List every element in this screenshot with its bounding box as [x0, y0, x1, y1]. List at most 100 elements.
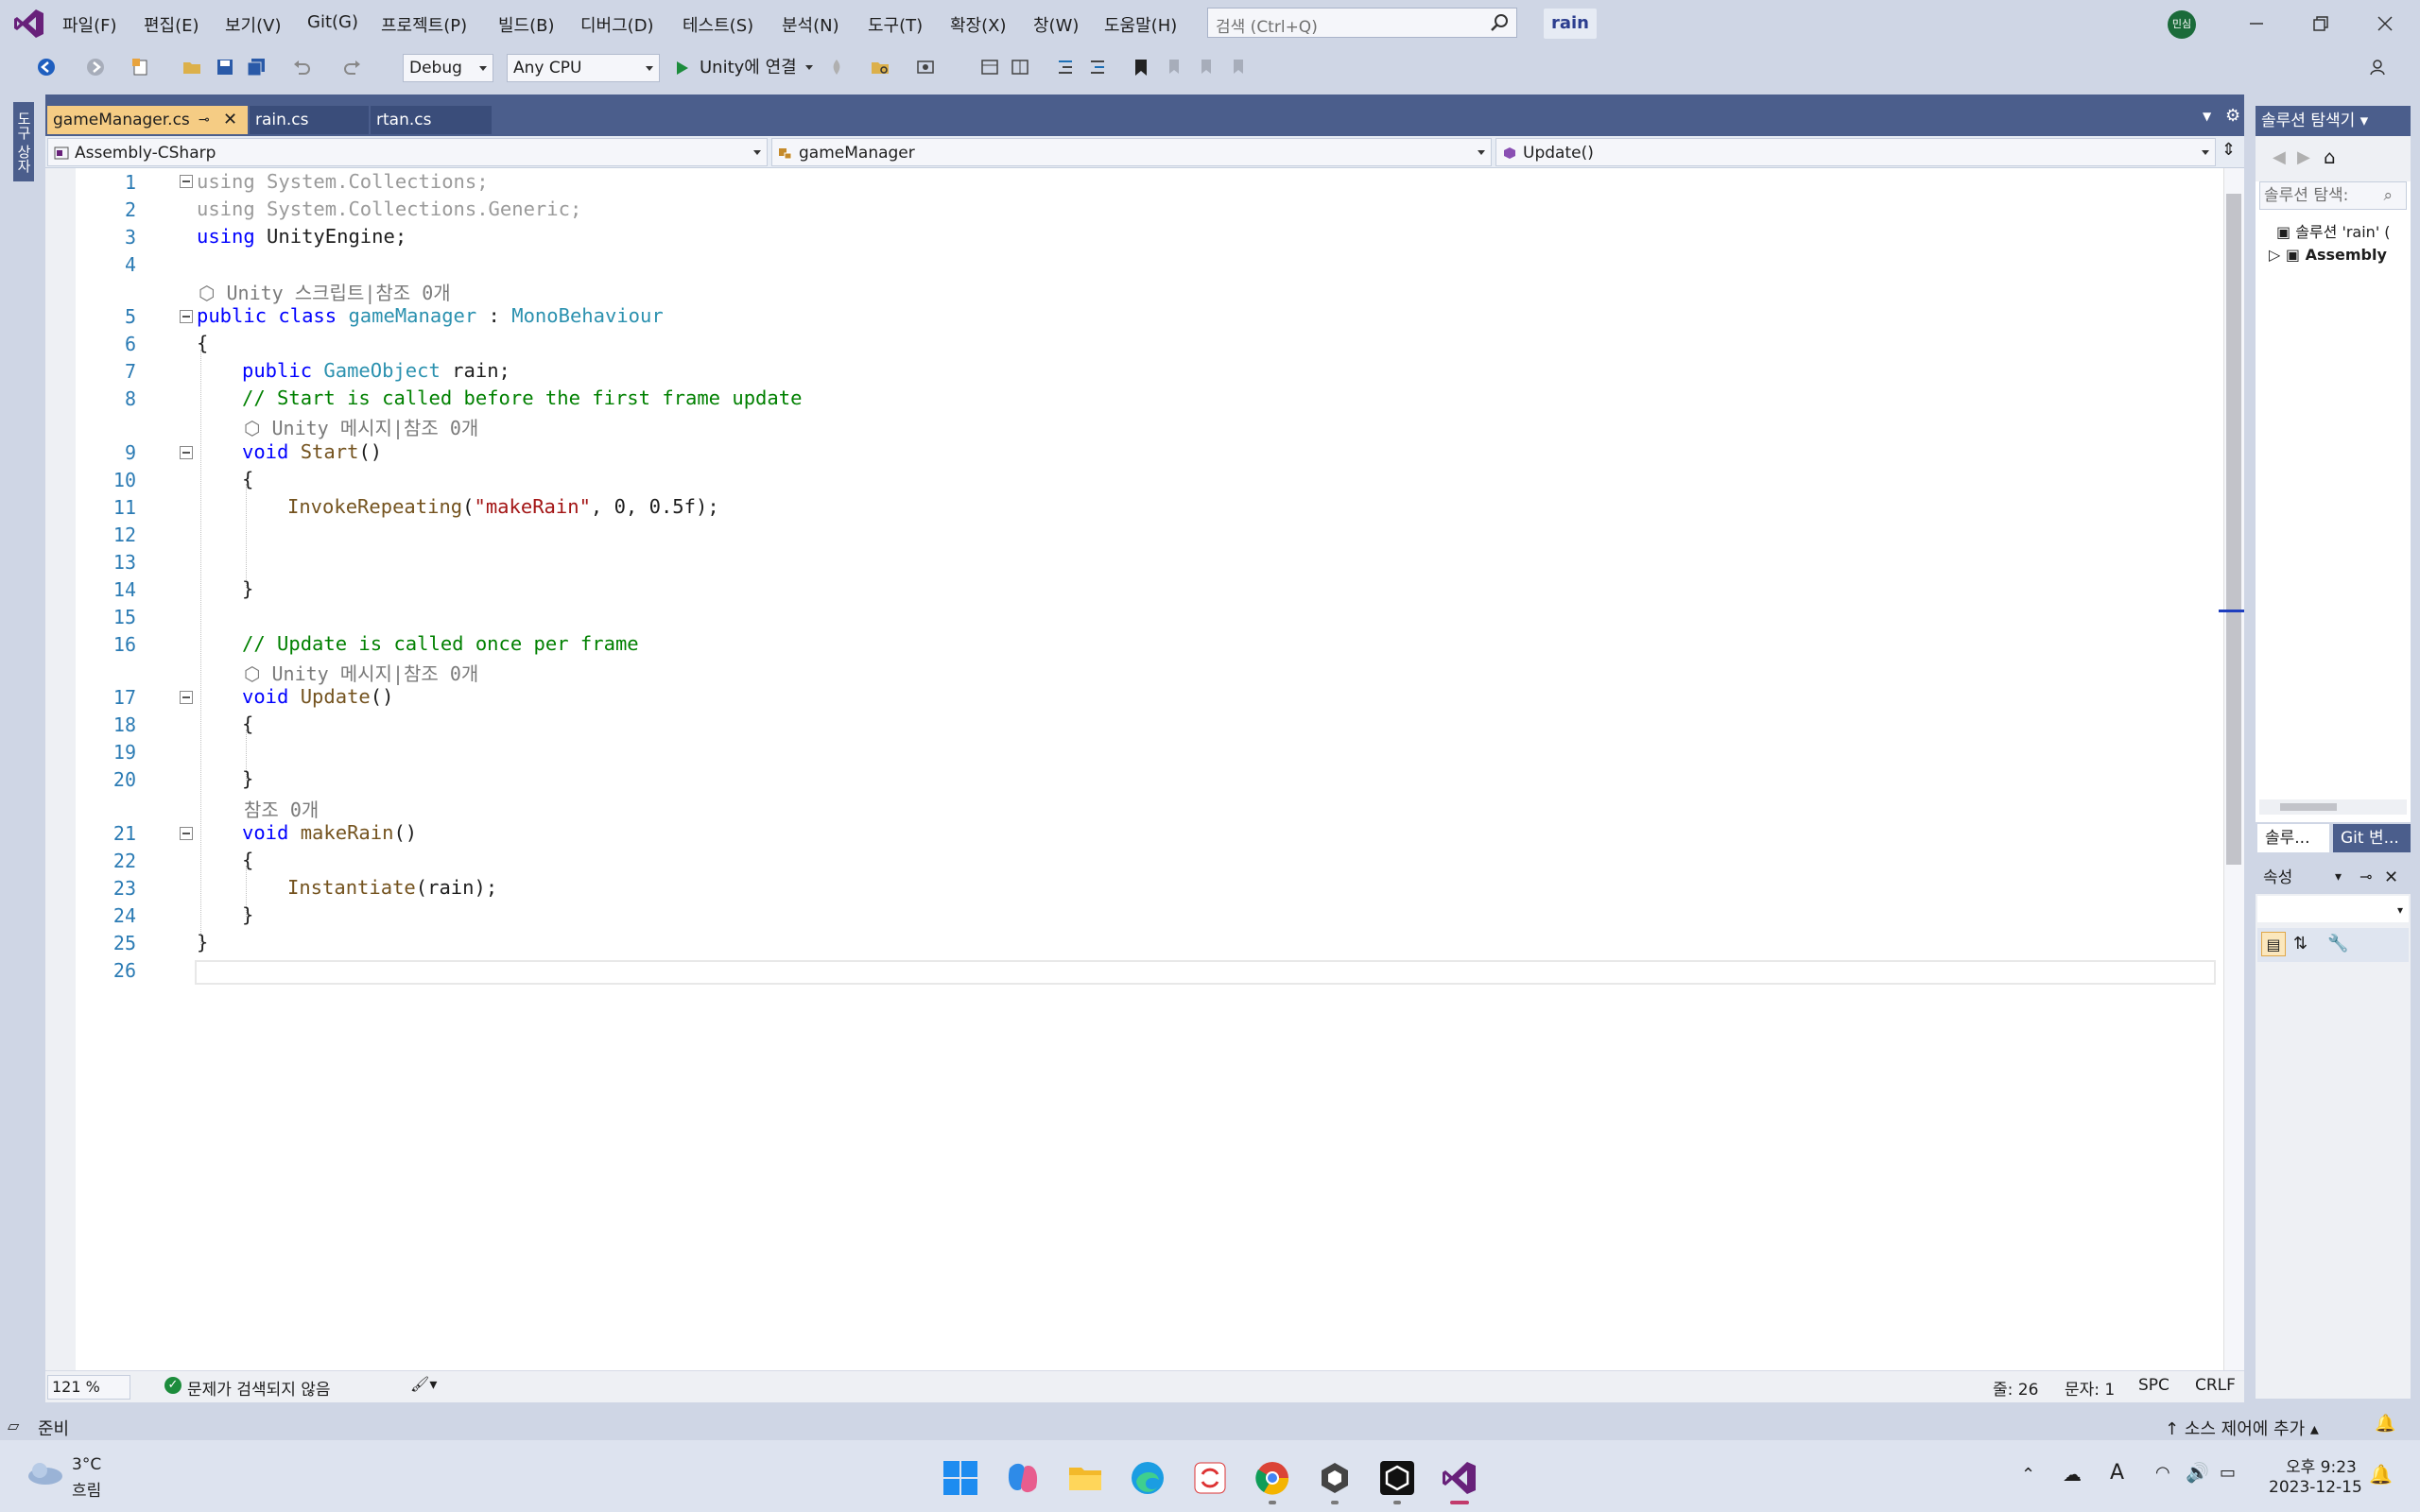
- alphabetical-sort-icon[interactable]: ⇅: [2293, 934, 2308, 954]
- home-icon[interactable]: ⌂: [2324, 146, 2336, 168]
- tab-rtan-cs[interactable]: rtan.cs: [371, 106, 492, 134]
- column-indicator[interactable]: 문자: 1: [2065, 1376, 2115, 1400]
- save-all-icon[interactable]: [246, 57, 267, 77]
- input-method-icon[interactable]: A: [2110, 1461, 2124, 1485]
- categorized-icon[interactable]: ▤: [2261, 932, 2286, 956]
- collapse-start-method-icon[interactable]: [180, 446, 193, 459]
- line-indicator[interactable]: 줄: 26: [1993, 1376, 2038, 1400]
- battery-icon[interactable]: ▭: [2220, 1463, 2236, 1483]
- indent-icon[interactable]: [1087, 57, 1108, 77]
- avatar[interactable]: 민심: [2168, 10, 2196, 39]
- collapse-using-block-icon[interactable]: [180, 175, 193, 188]
- menu-extensions[interactable]: 확장(X): [950, 12, 1007, 37]
- navigate-forward-icon[interactable]: [85, 57, 106, 77]
- menu-debug[interactable]: 디버그(D): [580, 12, 654, 37]
- clock-date[interactable]: 2023-12-15: [2269, 1478, 2362, 1497]
- solution-explorer-title[interactable]: 솔루션 탐색기 ▾: [2256, 106, 2411, 136]
- tab-solution-explorer[interactable]: 솔루...: [2257, 824, 2329, 852]
- minimize-icon[interactable]: [2244, 11, 2269, 36]
- codelens-update-references[interactable]: ⬡ Unity 메시지|참조 0개: [244, 659, 478, 686]
- properties-object-select[interactable]: ▾: [2257, 896, 2409, 922]
- codelens-class-references[interactable]: ⬡ Unity 스크립트|참조 0개: [199, 278, 451, 305]
- clear-bookmarks-icon[interactable]: [1227, 57, 1248, 77]
- collapse-makerain-method-icon[interactable]: [180, 827, 193, 840]
- menu-tools[interactable]: 도구(T): [868, 12, 923, 37]
- line-ending-indicator[interactable]: CRLF: [2195, 1376, 2236, 1395]
- collapse-class-icon[interactable]: [180, 310, 193, 323]
- start-icon[interactable]: [942, 1459, 979, 1497]
- layout-icon[interactable]: [979, 57, 1000, 77]
- menu-git[interactable]: Git(G): [307, 12, 358, 32]
- undo-icon[interactable]: [291, 57, 312, 77]
- tab-gamemanager-cs[interactable]: gameManager.cs ⊸ ✕: [47, 106, 248, 134]
- cloudy-weather-icon[interactable]: [25, 1459, 64, 1487]
- forward-icon[interactable]: ▶: [2297, 147, 2310, 167]
- chrome-icon[interactable]: [1253, 1459, 1291, 1497]
- split-icon[interactable]: [1010, 57, 1030, 77]
- solution-search-input[interactable]: 솔루션 탐색: ⌕: [2259, 181, 2407, 210]
- open-folder-icon[interactable]: [182, 57, 202, 77]
- find-in-files-icon[interactable]: [870, 57, 890, 77]
- copilot-icon[interactable]: [1004, 1459, 1042, 1497]
- menu-window[interactable]: 창(W): [1033, 12, 1079, 37]
- property-pages-icon[interactable]: 🔧: [2327, 934, 2348, 954]
- previous-bookmark-icon[interactable]: [1163, 57, 1184, 77]
- code-cleanup-icon[interactable]: 🖌▾: [410, 1375, 437, 1393]
- wifi-icon[interactable]: ◠: [2155, 1463, 2170, 1483]
- back-icon[interactable]: ◀: [2273, 147, 2286, 167]
- pin-icon[interactable]: ⊸: [2360, 868, 2372, 885]
- type-dropdown[interactable]: gameManager: [771, 138, 1492, 166]
- tab-overflow-icon[interactable]: ▼: [2203, 110, 2211, 123]
- menu-test[interactable]: 테스트(S): [683, 12, 753, 37]
- collapse-update-method-icon[interactable]: [180, 691, 193, 704]
- restore-icon[interactable]: [2308, 11, 2333, 36]
- navigate-back-icon[interactable]: [36, 57, 57, 77]
- whitespace-indicator[interactable]: SPC: [2138, 1376, 2169, 1395]
- search-input[interactable]: 검색 (Ctrl+Q): [1207, 8, 1517, 38]
- menu-build[interactable]: 빌드(B): [498, 12, 555, 37]
- visual-studio-icon[interactable]: [1441, 1459, 1478, 1497]
- clock-time[interactable]: 오후 9:23: [2286, 1453, 2357, 1477]
- unity-hub-icon[interactable]: [1316, 1459, 1354, 1497]
- bookmark-icon[interactable]: [1131, 57, 1151, 77]
- tab-rain-cs[interactable]: rain.cs: [250, 106, 369, 134]
- notification-bell-icon[interactable]: 🔔: [2369, 1463, 2393, 1486]
- tray-overflow-icon[interactable]: ⌃: [2021, 1465, 2035, 1485]
- redo-icon[interactable]: [342, 57, 363, 77]
- menu-analyze[interactable]: 분석(N): [782, 12, 839, 37]
- project-dropdown[interactable]: Assembly-CSharp: [47, 138, 768, 166]
- configuration-select[interactable]: Debug: [403, 54, 493, 82]
- horizontal-scrollbar[interactable]: [2259, 799, 2407, 815]
- split-window-icon[interactable]: ⇕: [2221, 140, 2236, 160]
- solution-name-badge[interactable]: rain: [1544, 9, 1597, 39]
- unity-icon[interactable]: [1378, 1459, 1416, 1497]
- settings-gear-icon[interactable]: ⚙: [2225, 106, 2240, 126]
- menu-file[interactable]: 파일(F): [62, 12, 117, 37]
- menu-help[interactable]: 도움말(H): [1104, 12, 1177, 37]
- close-tab-icon[interactable]: ✕: [223, 106, 237, 134]
- sync-app-icon[interactable]: [1191, 1459, 1229, 1497]
- edge-icon[interactable]: [1129, 1459, 1167, 1497]
- new-project-icon[interactable]: [130, 57, 151, 77]
- live-share-icon[interactable]: [2369, 57, 2390, 77]
- pin-icon[interactable]: ⊸: [199, 106, 210, 134]
- scrollbar-thumb[interactable]: [2226, 194, 2241, 865]
- codelens-start-references[interactable]: ⬡ Unity 메시지|참조 0개: [244, 413, 478, 440]
- menu-view[interactable]: 보기(V): [225, 12, 281, 37]
- close-icon[interactable]: [2373, 11, 2397, 36]
- file-explorer-icon[interactable]: [1066, 1459, 1104, 1497]
- tab-git-changes[interactable]: Git 변...: [2333, 824, 2411, 852]
- hot-reload-icon[interactable]: [826, 57, 847, 77]
- outdent-icon[interactable]: [1055, 57, 1076, 77]
- toolbox-tab[interactable]: 도구 상자: [13, 102, 34, 181]
- issues-status[interactable]: 문제가 검색되지 않음: [187, 1376, 331, 1400]
- member-dropdown[interactable]: Update(): [1495, 138, 2216, 166]
- tree-solution-node[interactable]: ▣ 솔루션 'rain' (: [2276, 219, 2411, 242]
- codelens-makerain-references[interactable]: 참조 0개: [244, 795, 319, 822]
- volume-icon[interactable]: 🔊: [2186, 1461, 2209, 1484]
- notifications-bell-icon[interactable]: 🔔: [2375, 1414, 2395, 1434]
- chevron-down-icon[interactable]: ▾: [2335, 869, 2342, 885]
- zoom-select[interactable]: 121 %: [47, 1375, 130, 1400]
- menu-project[interactable]: 프로젝트(P): [381, 12, 467, 37]
- tree-assembly-node[interactable]: ▷ ▣ Assembly: [2269, 246, 2411, 264]
